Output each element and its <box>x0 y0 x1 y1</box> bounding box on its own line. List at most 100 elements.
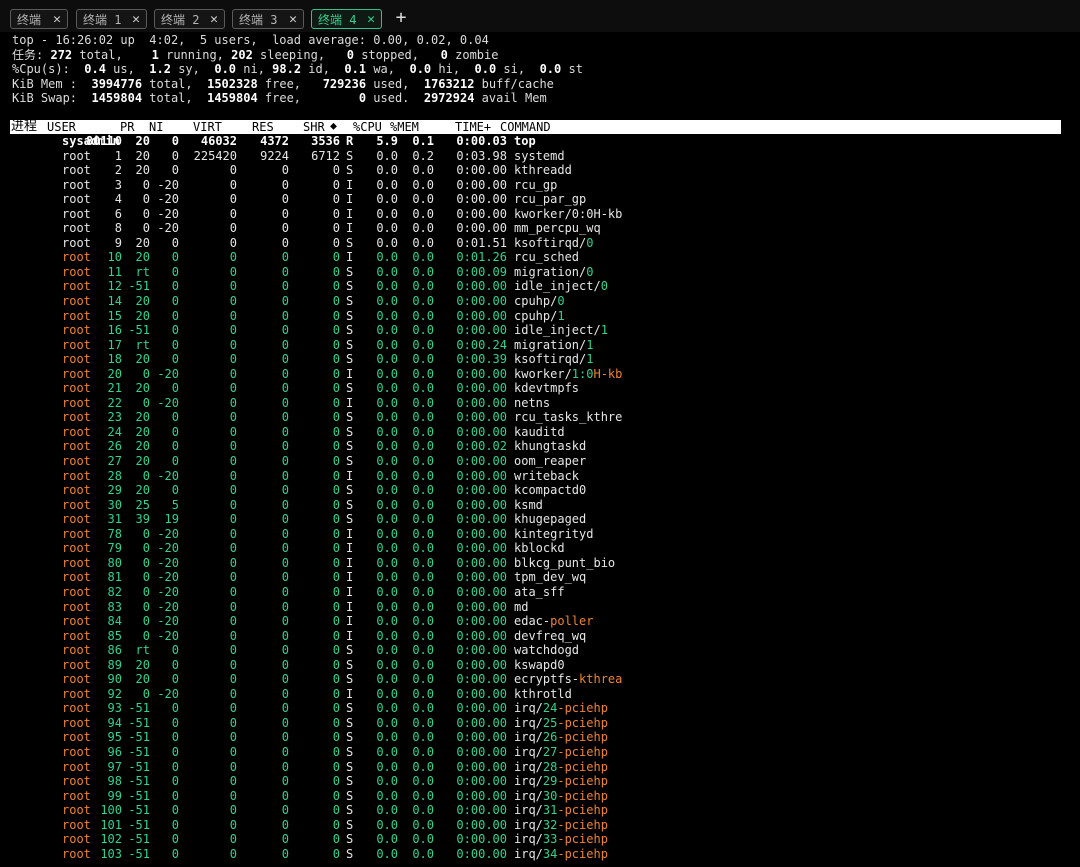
cell-user: root <box>62 235 91 250</box>
table-row[interactable]: 12 root -51 0 0 0 0 S 0.0 0.0 0:00.00 idle_inject/0 <box>0 279 1080 294</box>
tab-terminal-4[interactable]: 终端 4 ✕ <box>311 9 382 29</box>
cell-mem: 0.0 <box>412 744 434 759</box>
cell-pid: 100 <box>100 803 122 818</box>
table-row[interactable]: 9 root 20 0 0 0 0 S 0.0 0.0 0:01.51 ksoftirqd/0 <box>0 236 1080 251</box>
cell-command: rcu_tasks_kthre <box>514 410 622 425</box>
close-icon[interactable]: ✕ <box>367 10 375 30</box>
table-row[interactable]: 100 root -51 0 0 0 0 S 0.0 0.0 0:00.00 irq/31-pcieh… <box>0 803 1080 818</box>
table-row[interactable]: 93 root -51 0 0 0 0 S 0.0 0.0 0:00.00 irq/24-pciehp <box>0 701 1080 716</box>
cell-mem: 0.0 <box>412 439 434 454</box>
table-row[interactable]: 23 root 20 0 0 0 0 S 0.0 0.0 0:00.00 rcu_tasks_kthr… <box>0 410 1080 425</box>
cell-res: 0 <box>281 774 289 789</box>
col-user[interactable]: USER <box>47 120 76 134</box>
table-row[interactable]: 28 root 0 -20 0 0 0 I 0.0 0.0 0:00.00 writeback <box>0 469 1080 484</box>
cell-time: 0:00.39 <box>456 352 507 367</box>
table-row[interactable]: 103 root -51 0 0 0 0 S 0.0 0.0 0:00.00 irq/34-pcieh… <box>0 847 1080 862</box>
cell-command: rcu_par_gp <box>514 192 586 207</box>
sort-icon[interactable]: ⬥ <box>330 120 337 134</box>
table-row[interactable]: 17 root rt 0 0 0 0 S 0.0 0.0 0:00.24 migration/1 <box>0 338 1080 353</box>
cell-ni: 0 <box>171 424 179 439</box>
col-command[interactable]: COMMAND <box>500 120 551 134</box>
table-row[interactable]: 81 root 0 -20 0 0 0 I 0.0 0.0 0:00.00 tpm_dev_wq <box>0 570 1080 585</box>
table-row[interactable]: 15 root 20 0 0 0 0 S 0.0 0.0 0:00.00 cpuhp/1 <box>0 309 1080 324</box>
col-mem[interactable]: %MEM <box>390 120 419 134</box>
cell-cpu: 0.0 <box>376 599 398 614</box>
close-icon[interactable]: ✕ <box>289 10 297 30</box>
close-icon[interactable]: ✕ <box>53 10 61 30</box>
cell-s: S <box>346 643 354 658</box>
cell-ni: 0 <box>171 672 179 687</box>
col-ni[interactable]: NI <box>149 120 163 134</box>
cell-virt: 0 <box>229 468 237 483</box>
table-row[interactable]: 30 root 25 5 0 0 0 S 0.0 0.0 0:00.00 ksmd <box>0 498 1080 513</box>
plus-icon[interactable]: + <box>392 8 410 28</box>
table-row[interactable]: 79 root 0 -20 0 0 0 I 0.0 0.0 0:00.00 kblockd <box>0 541 1080 556</box>
table-row[interactable]: 21 root 20 0 0 0 0 S 0.0 0.0 0:00.00 kdevtmpfs <box>0 381 1080 396</box>
col-time[interactable]: TIME+ <box>455 120 491 134</box>
table-row[interactable]: 78 root 0 -20 0 0 0 I 0.0 0.0 0:00.00 kintegrityd <box>0 527 1080 542</box>
table-row[interactable]: 96 root -51 0 0 0 0 S 0.0 0.0 0:00.00 irq/27-pciehp <box>0 745 1080 760</box>
table-row[interactable]: 8 root 0 -20 0 0 0 I 0.0 0.0 0:00.00 mm_percpu_wq <box>0 221 1080 236</box>
col-shr[interactable]: SHR <box>303 120 325 134</box>
table-row[interactable]: 90 root 20 0 0 0 0 S 0.0 0.0 0:00.00 ecryptfs-kthre… <box>0 672 1080 687</box>
table-row[interactable]: 98 root -51 0 0 0 0 S 0.0 0.0 0:00.00 irq/29-pciehp <box>0 774 1080 789</box>
table-row[interactable]: 29 root 20 0 0 0 0 S 0.0 0.0 0:00.00 kcompactd0 <box>0 483 1080 498</box>
table-row[interactable]: 6 root 0 -20 0 0 0 I 0.0 0.0 0:00.00 kworker/0:0H-k… <box>0 207 1080 222</box>
tab-terminal-1[interactable]: 终端 1 ✕ <box>76 9 147 29</box>
table-row[interactable]: 83 root 0 -20 0 0 0 I 0.0 0.0 0:00.00 md <box>0 600 1080 615</box>
table-row[interactable]: 99 root -51 0 0 0 0 S 0.0 0.0 0:00.00 irq/30-pciehp <box>0 789 1080 804</box>
col-pid[interactable]: 进程 <box>11 120 37 134</box>
command-name: ksoftirqd/ <box>514 235 587 250</box>
table-row[interactable]: 4 root 0 -20 0 0 0 I 0.0 0.0 0:00.00 rcu_par_gp <box>0 192 1080 207</box>
close-icon[interactable]: ✕ <box>132 10 140 30</box>
cell-s: I <box>346 599 354 614</box>
cell-virt: 0 <box>229 337 237 352</box>
table-row[interactable]: 102 root -51 0 0 0 0 S 0.0 0.0 0:00.00 irq/33-pcieh… <box>0 832 1080 847</box>
col-cpu[interactable]: %CPU <box>353 120 382 134</box>
close-icon[interactable]: ✕ <box>210 10 218 30</box>
cell-virt: 0 <box>229 366 237 381</box>
table-row[interactable]: 80 root 0 -20 0 0 0 I 0.0 0.0 0:00.00 blkcg_punt_bi… <box>0 556 1080 571</box>
table-row[interactable]: 82 root 0 -20 0 0 0 I 0.0 0.0 0:00.00 ata_sff <box>0 585 1080 600</box>
tab-terminal[interactable]: 终端 ✕ <box>10 9 68 29</box>
cell-virt: 0 <box>229 206 237 221</box>
cell-mem: 0.0 <box>412 774 434 789</box>
table-row[interactable]: 22 root 0 -20 0 0 0 I 0.0 0.0 0:00.00 netns <box>0 396 1080 411</box>
table-row[interactable]: 92 root 0 -20 0 0 0 I 0.0 0.0 0:00.00 kthrotld <box>0 687 1080 702</box>
table-row[interactable]: 27 root 20 0 0 0 0 S 0.0 0.0 0:00.00 oom_reaper <box>0 454 1080 469</box>
table-row[interactable]: 20 root 0 -20 0 0 0 I 0.0 0.0 0:00.00 kworker/1:0H-… <box>0 367 1080 382</box>
table-row[interactable]: 16 root -51 0 0 0 0 S 0.0 0.0 0:00.00 idle_inject/1 <box>0 323 1080 338</box>
cell-shr: 0 <box>332 686 340 701</box>
cell-command: top <box>514 134 536 149</box>
cell-shr: 0 <box>332 599 340 614</box>
table-row[interactable]: 18 root 20 0 0 0 0 S 0.0 0.0 0:00.39 ksoftirqd/1 <box>0 352 1080 367</box>
cell-shr: 0 <box>332 774 340 789</box>
table-row[interactable]: 11 root rt 0 0 0 0 S 0.0 0.0 0:00.09 migration/0 <box>0 265 1080 280</box>
tab-terminal-3[interactable]: 终端 3 ✕ <box>232 9 304 29</box>
col-res[interactable]: RES <box>252 120 274 134</box>
col-virt[interactable]: VIRT <box>193 120 222 134</box>
table-row[interactable]: 2 root 20 0 0 0 0 S 0.0 0.0 0:00.00 kthreadd <box>0 163 1080 178</box>
table-row[interactable]: 31 root 39 19 0 0 0 S 0.0 0.0 0:00.00 khugepaged <box>0 512 1080 527</box>
table-row[interactable]: 3 root 0 -20 0 0 0 I 0.0 0.0 0:00.00 rcu_gp <box>0 178 1080 193</box>
table-row[interactable]: 24 root 20 0 0 0 0 S 0.0 0.0 0:00.00 kauditd <box>0 425 1080 440</box>
table-row[interactable]: 85 root 0 -20 0 0 0 I 0.0 0.0 0:00.00 devfreq_wq <box>0 629 1080 644</box>
command-suffix-number: 29 <box>542 774 558 789</box>
tab-terminal-2[interactable]: 终端 2 ✕ <box>154 9 225 29</box>
table-row[interactable]: 95 root -51 0 0 0 0 S 0.0 0.0 0:00.00 irq/26-pciehp <box>0 730 1080 745</box>
table-row[interactable]: 14 root 20 0 0 0 0 S 0.0 0.0 0:00.00 cpuhp/0 <box>0 294 1080 309</box>
table-row[interactable]: 84 root 0 -20 0 0 0 I 0.0 0.0 0:00.00 edac-poller <box>0 614 1080 629</box>
table-row[interactable]: 86 root rt 0 0 0 0 S 0.0 0.0 0:00.00 watchdogd <box>0 643 1080 658</box>
table-row[interactable]: 80110 sysadmin 20 0 46032 4372 3536 R 5.9 0.1 0:00… <box>0 134 1080 149</box>
table-row[interactable]: 97 root -51 0 0 0 0 S 0.0 0.0 0:00.00 irq/28-pciehp <box>0 760 1080 775</box>
table-row[interactable]: 26 root 20 0 0 0 0 S 0.0 0.0 0:00.02 khungtaskd <box>0 439 1080 454</box>
col-pr[interactable]: PR <box>120 120 134 134</box>
cell-ni: -20 <box>157 192 179 207</box>
table-row[interactable]: 10 root 20 0 0 0 0 I 0.0 0.0 0:01.26 rcu_sched <box>0 250 1080 265</box>
table-row[interactable]: 89 root 20 0 0 0 0 S 0.0 0.0 0:00.00 kswapd0 <box>0 658 1080 673</box>
cell-command: kcompactd0 <box>514 483 586 498</box>
table-row[interactable]: 101 root -51 0 0 0 0 S 0.0 0.0 0:00.00 irq/32-pcieh… <box>0 818 1080 833</box>
cell-virt: 0 <box>229 701 237 716</box>
table-row[interactable]: 94 root -51 0 0 0 0 S 0.0 0.0 0:00.00 irq/25-pciehp <box>0 716 1080 731</box>
table-row[interactable]: 1 root 20 0 225420 9224 6712 S 0.0 0.2 0:03.98 syst… <box>0 149 1080 164</box>
